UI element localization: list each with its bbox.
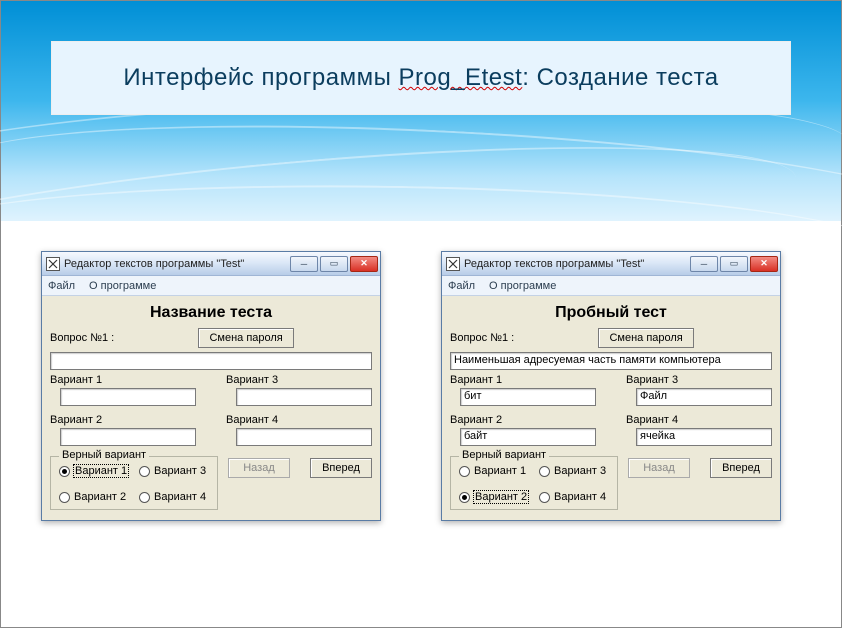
test-title: Название теста (50, 304, 372, 322)
back-button[interactable]: Назад (628, 458, 690, 478)
slide-title-suffix: : Создание теста (522, 64, 718, 91)
variant4-input[interactable]: ячейка (636, 428, 772, 446)
app-window-left: Редактор текстов программы "Test" ─ ▭ ✕ … (41, 251, 381, 521)
variant3-input[interactable] (236, 388, 372, 406)
variant3-label: Вариант 3 (626, 374, 772, 386)
minimize-button[interactable]: ─ (690, 256, 718, 272)
variant2-label: Вариант 2 (50, 414, 196, 426)
menu-file[interactable]: Файл (48, 280, 75, 292)
question-label: Вопрос №1 : (450, 332, 514, 344)
radio-icon (459, 492, 470, 503)
variant4-label: Вариант 4 (626, 414, 772, 426)
variant2-input[interactable] (60, 428, 196, 446)
test-title: Пробный тест (450, 304, 772, 322)
change-password-button[interactable]: Смена пароля (598, 328, 693, 348)
window-title: Редактор текстов программы "Test" (64, 258, 290, 270)
correct-variant-legend: Верный вариант (459, 449, 549, 461)
question-input[interactable]: Наименьшая адресуемая часть памяти компь… (450, 352, 772, 370)
radio-variant3[interactable]: Вариант 3 (139, 465, 209, 477)
maximize-button[interactable]: ▭ (720, 256, 748, 272)
variant2-label: Вариант 2 (450, 414, 596, 426)
back-button[interactable]: Назад (228, 458, 290, 478)
radio-icon (539, 466, 550, 477)
forward-button[interactable]: Вперед (310, 458, 372, 478)
correct-variant-group: Верный вариант Вариант 1 Вариант 3 Ва (450, 456, 618, 510)
app-window-right: Редактор текстов программы "Test" ─ ▭ ✕ … (441, 251, 781, 521)
variant4-label: Вариант 4 (226, 414, 372, 426)
app-icon (446, 257, 460, 271)
menu-about[interactable]: О программе (489, 280, 556, 292)
radio-icon (59, 466, 70, 477)
window-title: Редактор текстов программы "Test" (464, 258, 690, 270)
variant1-input[interactable] (60, 388, 196, 406)
variant1-label: Вариант 1 (450, 374, 596, 386)
variant1-input[interactable]: бит (460, 388, 596, 406)
radio-variant4[interactable]: Вариант 4 (539, 491, 609, 503)
radio-variant2[interactable]: Вариант 2 (459, 491, 529, 503)
slide-title-prefix: Интерфейс программы (123, 64, 398, 91)
radio-variant1[interactable]: Вариант 1 (59, 465, 129, 477)
variant2-input[interactable]: байт (460, 428, 596, 446)
slide-title-box: Интерфейс программы Prog_Etest: Создание… (51, 41, 791, 115)
app-icon (46, 257, 60, 271)
radio-icon (59, 492, 70, 503)
menubar: Файл О программе (42, 276, 380, 296)
radio-variant1[interactable]: Вариант 1 (459, 465, 529, 477)
slide-title: Интерфейс программы Prog_Etest: Создание… (123, 64, 718, 92)
minimize-button[interactable]: ─ (290, 256, 318, 272)
close-button[interactable]: ✕ (350, 256, 378, 272)
variant4-input[interactable] (236, 428, 372, 446)
question-label: Вопрос №1 : (50, 332, 114, 344)
radio-icon (459, 466, 470, 477)
radio-variant4[interactable]: Вариант 4 (139, 491, 209, 503)
titlebar[interactable]: Редактор текстов программы "Test" ─ ▭ ✕ (42, 252, 380, 276)
correct-variant-group: Верный вариант Вариант 1 Вариант 3 Ва (50, 456, 218, 510)
radio-icon (139, 466, 150, 477)
titlebar[interactable]: Редактор текстов программы "Test" ─ ▭ ✕ (442, 252, 780, 276)
change-password-button[interactable]: Смена пароля (198, 328, 293, 348)
variant3-input[interactable]: Файл (636, 388, 772, 406)
close-button[interactable]: ✕ (750, 256, 778, 272)
radio-icon (139, 492, 150, 503)
correct-variant-legend: Верный вариант (59, 449, 149, 461)
menu-about[interactable]: О программе (89, 280, 156, 292)
radio-variant2[interactable]: Вариант 2 (59, 491, 129, 503)
forward-button[interactable]: Вперед (710, 458, 772, 478)
maximize-button[interactable]: ▭ (320, 256, 348, 272)
question-input[interactable] (50, 352, 372, 370)
slide-title-app: Prog_Etest (399, 64, 523, 91)
menu-file[interactable]: Файл (448, 280, 475, 292)
variant1-label: Вариант 1 (50, 374, 196, 386)
menubar: Файл О программе (442, 276, 780, 296)
variant3-label: Вариант 3 (226, 374, 372, 386)
radio-icon (539, 492, 550, 503)
radio-variant3[interactable]: Вариант 3 (539, 465, 609, 477)
